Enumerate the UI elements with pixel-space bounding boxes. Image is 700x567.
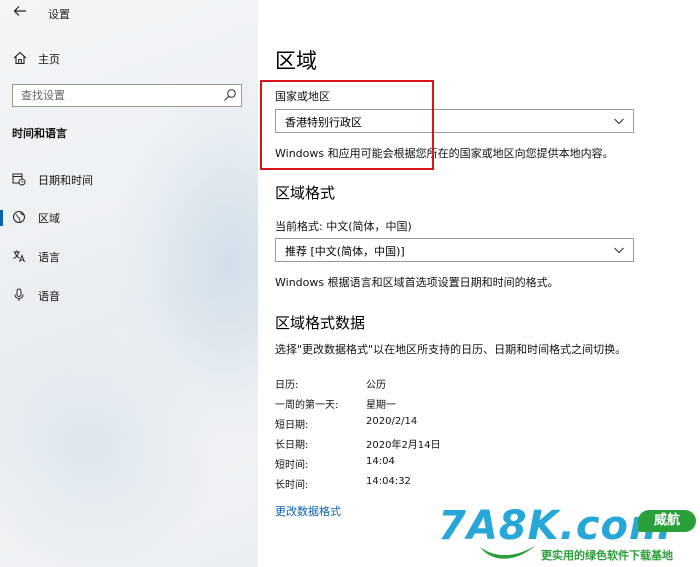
sidebar-item-label: 区域 xyxy=(38,212,60,225)
watermark-tagline: 更实用的绿色软件下载基地 xyxy=(541,549,673,562)
watermark-badge: 威航 xyxy=(638,510,696,532)
long-time-key: 长时间: xyxy=(275,480,309,491)
chevron-down-icon xyxy=(614,247,624,254)
short-time-value: 14:04 xyxy=(366,456,395,467)
main-content: 区域 国家或地区 香港特别行政区 Windows 和应用可能会根据您所在的国家或… xyxy=(258,0,700,567)
section-title: 时间和语言 xyxy=(12,127,67,140)
first-day-value: 星期一 xyxy=(366,400,396,411)
calendar-value: 公历 xyxy=(366,380,386,391)
format-value: 推荐 [中文(简体，中国)] xyxy=(285,245,405,258)
watermark: 7A8K.com 威航 更实用的绿色软件下载基地 xyxy=(438,503,700,567)
current-format-label: 当前格式: 中文(简体，中国) xyxy=(275,220,412,233)
format-description: Windows 根据语言和区域首选项设置日期和时间的格式。 xyxy=(275,276,559,289)
sidebar-item-label: 主页 xyxy=(38,53,60,66)
sidebar-item-language[interactable]: 语言 xyxy=(0,246,258,268)
globe-region-icon xyxy=(13,211,25,223)
format-data-description: 选择"更改数据格式"以在地区所支持的日历、日期和时间格式之间切换。 xyxy=(275,343,627,356)
calendar-key: 日历: xyxy=(275,380,299,391)
long-date-value: 2020年2月14日 xyxy=(366,440,441,451)
home-icon xyxy=(13,51,27,65)
search-input[interactable] xyxy=(21,88,221,103)
sidebar-item-label: 语言 xyxy=(38,251,60,264)
sidebar-item-date-time[interactable]: 日期和时间 xyxy=(0,169,258,191)
format-data-title: 区域格式数据 xyxy=(275,314,366,332)
watermark-brand: 7A8K.com xyxy=(438,503,672,549)
sidebar-item-speech[interactable]: 语音 xyxy=(0,285,258,307)
calendar-clock-icon xyxy=(12,173,26,186)
sidebar: 设置 主页 时间和语言 日期和时间 区域 xyxy=(0,0,258,567)
country-dropdown[interactable]: 香港特别行政区 xyxy=(275,109,634,133)
format-dropdown[interactable]: 推荐 [中文(简体，中国)] xyxy=(275,238,634,262)
language-icon xyxy=(13,250,25,263)
short-time-key: 短时间: xyxy=(275,460,309,471)
chevron-down-icon xyxy=(614,118,624,125)
long-date-key: 长日期: xyxy=(275,440,309,451)
sidebar-item-label: 语音 xyxy=(38,290,60,303)
long-time-value: 14:04:32 xyxy=(366,476,411,487)
change-data-format-link[interactable]: 更改数据格式 xyxy=(275,503,341,519)
microphone-icon xyxy=(14,288,24,301)
country-value: 香港特别行政区 xyxy=(285,116,362,129)
short-date-key: 短日期: xyxy=(275,420,309,431)
sidebar-item-region[interactable]: 区域 xyxy=(0,207,258,229)
search-icon[interactable] xyxy=(223,88,237,102)
sidebar-item-home[interactable]: 主页 xyxy=(0,48,258,70)
back-button[interactable] xyxy=(9,4,31,22)
first-day-key: 一周的第一天: xyxy=(275,400,339,411)
page-title: 区域 xyxy=(275,49,317,73)
country-description: Windows 和应用可能会根据您所在的国家或地区向您提供本地内容。 xyxy=(275,147,614,160)
short-date-value: 2020/2/14 xyxy=(366,416,418,427)
format-title: 区域格式 xyxy=(275,184,336,202)
search-box[interactable] xyxy=(12,84,242,107)
title-bar: 设置 xyxy=(0,0,258,28)
app-title: 设置 xyxy=(48,8,70,21)
sidebar-item-label: 日期和时间 xyxy=(38,174,93,187)
back-arrow-icon xyxy=(13,6,26,16)
country-label: 国家或地区 xyxy=(275,90,330,103)
